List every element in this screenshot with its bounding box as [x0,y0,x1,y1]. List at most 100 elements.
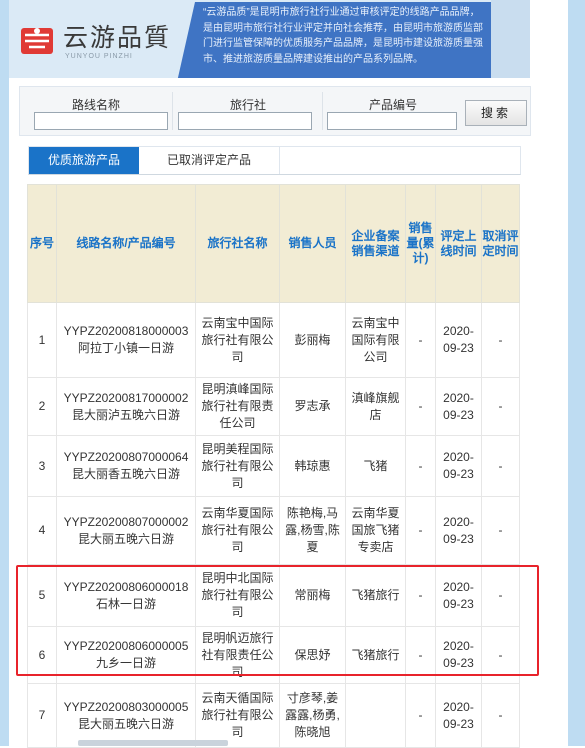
sales-volume: - [418,708,423,722]
cell-online-time: 2020-09-23 [435,435,482,497]
sales-volume: - [418,523,423,537]
route-name[interactable]: 昆大丽五晚六日游 [78,717,174,731]
agency-name: 昆明滇峰国际旅行社有限责任公司 [201,382,274,430]
cell-agency: 云南宝中国际旅行社有限公司 [195,302,280,378]
banner: 云游品質 YUNYOU PINZHI “云游品质”是昆明市旅行社行业通过审核评定… [9,0,530,78]
product-code[interactable]: YYPZ20200803000005 [64,700,189,714]
row-number: 7 [38,708,46,722]
col-header-agency: 旅行社名称 [195,184,280,303]
highlight-box [16,565,539,676]
product-code-label: 产品编号 [368,98,417,112]
cancel-date: - [498,458,503,473]
seller-name: 彭丽梅 [294,332,331,347]
cell-agency: 云南华夏国际旅行社有限公司 [195,496,280,565]
search-bar: 路线名称 旅行社 产品编号 [19,86,531,136]
sales-volume: - [418,332,423,347]
cell-sales: - [405,435,436,497]
product-code-input[interactable] [327,112,457,130]
cancel-date: - [498,523,503,537]
col-header-channel: 企业备案销售渠道 [345,184,406,303]
row-number: 1 [38,332,46,347]
cell-channel: 滇峰旗舰店 [345,377,406,436]
cell-cancel-time: - [481,302,520,378]
search-button[interactable]: 搜索 [465,100,527,126]
row-number: 4 [38,523,46,537]
banner-decoration [491,0,530,78]
col-header-online-time: 评定上线时间 [435,184,482,303]
route-name-input[interactable] [34,112,168,130]
page-side-right [568,0,585,746]
col-header-cancel-time: 取消评定时间 [481,184,520,303]
cell-agency: 昆明滇峰国际旅行社有限责任公司 [195,377,280,436]
table-header-row: 序号 线路名称/产品编号 旅行社名称 销售人员 企业备案销售渠道 销售量(累计)… [27,184,520,303]
tab-cancelled-products[interactable]: 已取消评定产品 [139,147,280,174]
col-header-route: 线路名称/产品编号 [56,184,196,303]
route-name-label: 路线名称 [71,98,120,112]
table-row: 4 YYPZ20200807000002 昆大丽五晚六日游 云南华夏国际旅行社有限公司… [27,496,520,565]
agency-name: 昆明美程国际旅行社有限公司 [201,441,274,490]
cell-channel: 云南华夏国旅飞猪专卖店 [345,496,406,565]
brand-logo-subtitle: YUNYOU PINZHI [65,53,133,60]
cell-route: YYPZ20200807000002 昆大丽五晚六日游 [56,496,196,565]
agency-input[interactable] [178,112,312,130]
brand-logo-text: 云游品質 [63,23,172,52]
cell-cancel-time: - [481,377,520,436]
cell-route: YYPZ20200803000005 昆大丽五晚六日游 [56,683,196,748]
route-name[interactable]: 昆大丽五晚六日游 [78,532,174,546]
cancel-date: - [498,332,503,347]
tab-quality-products[interactable]: 优质旅游产品 [29,147,139,174]
cancel-date: - [498,399,503,413]
product-code[interactable]: YYPZ20200817000002 [64,391,189,405]
route-name[interactable]: 昆大丽香五晚六日游 [72,467,180,481]
cell-online-time: 2020-09-23 [435,683,482,748]
cell-seller: 韩琼惠 [279,435,346,497]
cell-route: YYPZ20200818000003 阿拉丁小镇一日游 [56,302,196,378]
online-date: 2020-09-23 [443,390,474,422]
agency-label: 旅行社 [229,98,266,112]
seller-name: 韩琼惠 [294,458,331,473]
col-header-no: 序号 [27,184,57,303]
product-code[interactable]: YYPZ20200818000003 [64,324,189,338]
online-date: 2020-09-23 [443,324,474,355]
cell-no: 3 [27,435,57,497]
online-date: 2020-09-23 [443,450,474,481]
cell-route: YYPZ20200807000064 昆大丽香五晚六日游 [56,435,196,497]
cell-sales: - [405,496,436,565]
seller-name: 陈艳梅,马露,杨雪,陈夏 [285,506,340,554]
cell-sales: - [405,683,436,748]
cell-online-time: 2020-09-23 [435,302,482,378]
cell-channel: 飞猪 [345,435,406,497]
cell-no: 7 [27,683,57,748]
route-name[interactable]: 昆大丽泸五晚六日游 [72,408,180,422]
cell-cancel-time: - [481,683,520,748]
page-side-left [0,0,9,746]
cell-sales: - [405,302,436,378]
cell-online-time: 2020-09-23 [435,377,482,436]
yunyou-logo-icon [21,28,53,54]
route-search-cell: 路线名称 [20,87,172,135]
agency-search-cell: 旅行社 [173,87,323,135]
sales-channel: 滇峰旗舰店 [351,390,400,422]
cell-agency: 云南天循国际旅行社有限公司 [195,683,280,748]
product-code[interactable]: YYPZ20200807000064 [64,450,189,464]
cell-channel [345,683,406,748]
brand-introduction: “云游品质”是昆明市旅行社行业通过审核评定的线路产品品牌，是由昆明市旅行社行业评… [177,2,497,78]
route-name[interactable]: 阿拉丁小镇一日游 [78,341,174,355]
cell-agency: 昆明美程国际旅行社有限公司 [195,435,280,497]
cell-seller: 彭丽梅 [279,302,346,378]
product-code[interactable]: YYPZ20200807000002 [64,515,189,529]
cell-seller: 陈艳梅,马露,杨雪,陈夏 [279,496,346,565]
sales-volume: - [418,458,423,473]
cell-seller: 寸彦琴,姜露露,杨勇,陈晓旭 [279,683,346,748]
agency-name: 云南天循国际旅行社有限公司 [201,691,274,739]
horizontal-scrollbar[interactable] [78,740,228,746]
row-number: 2 [38,399,46,413]
table-row: 7 YYPZ20200803000005 昆大丽五晚六日游 云南天循国际旅行社有限公司… [27,683,520,748]
cell-sales: - [405,377,436,436]
row-number: 3 [38,458,46,473]
tab-bar: 优质旅游产品 已取消评定产品 [28,146,521,175]
seller-name: 罗志承 [294,399,331,413]
online-date: 2020-09-23 [443,514,474,546]
cell-no: 4 [27,496,57,565]
sales-channel: 云南宝中国际有限公司 [351,315,400,364]
